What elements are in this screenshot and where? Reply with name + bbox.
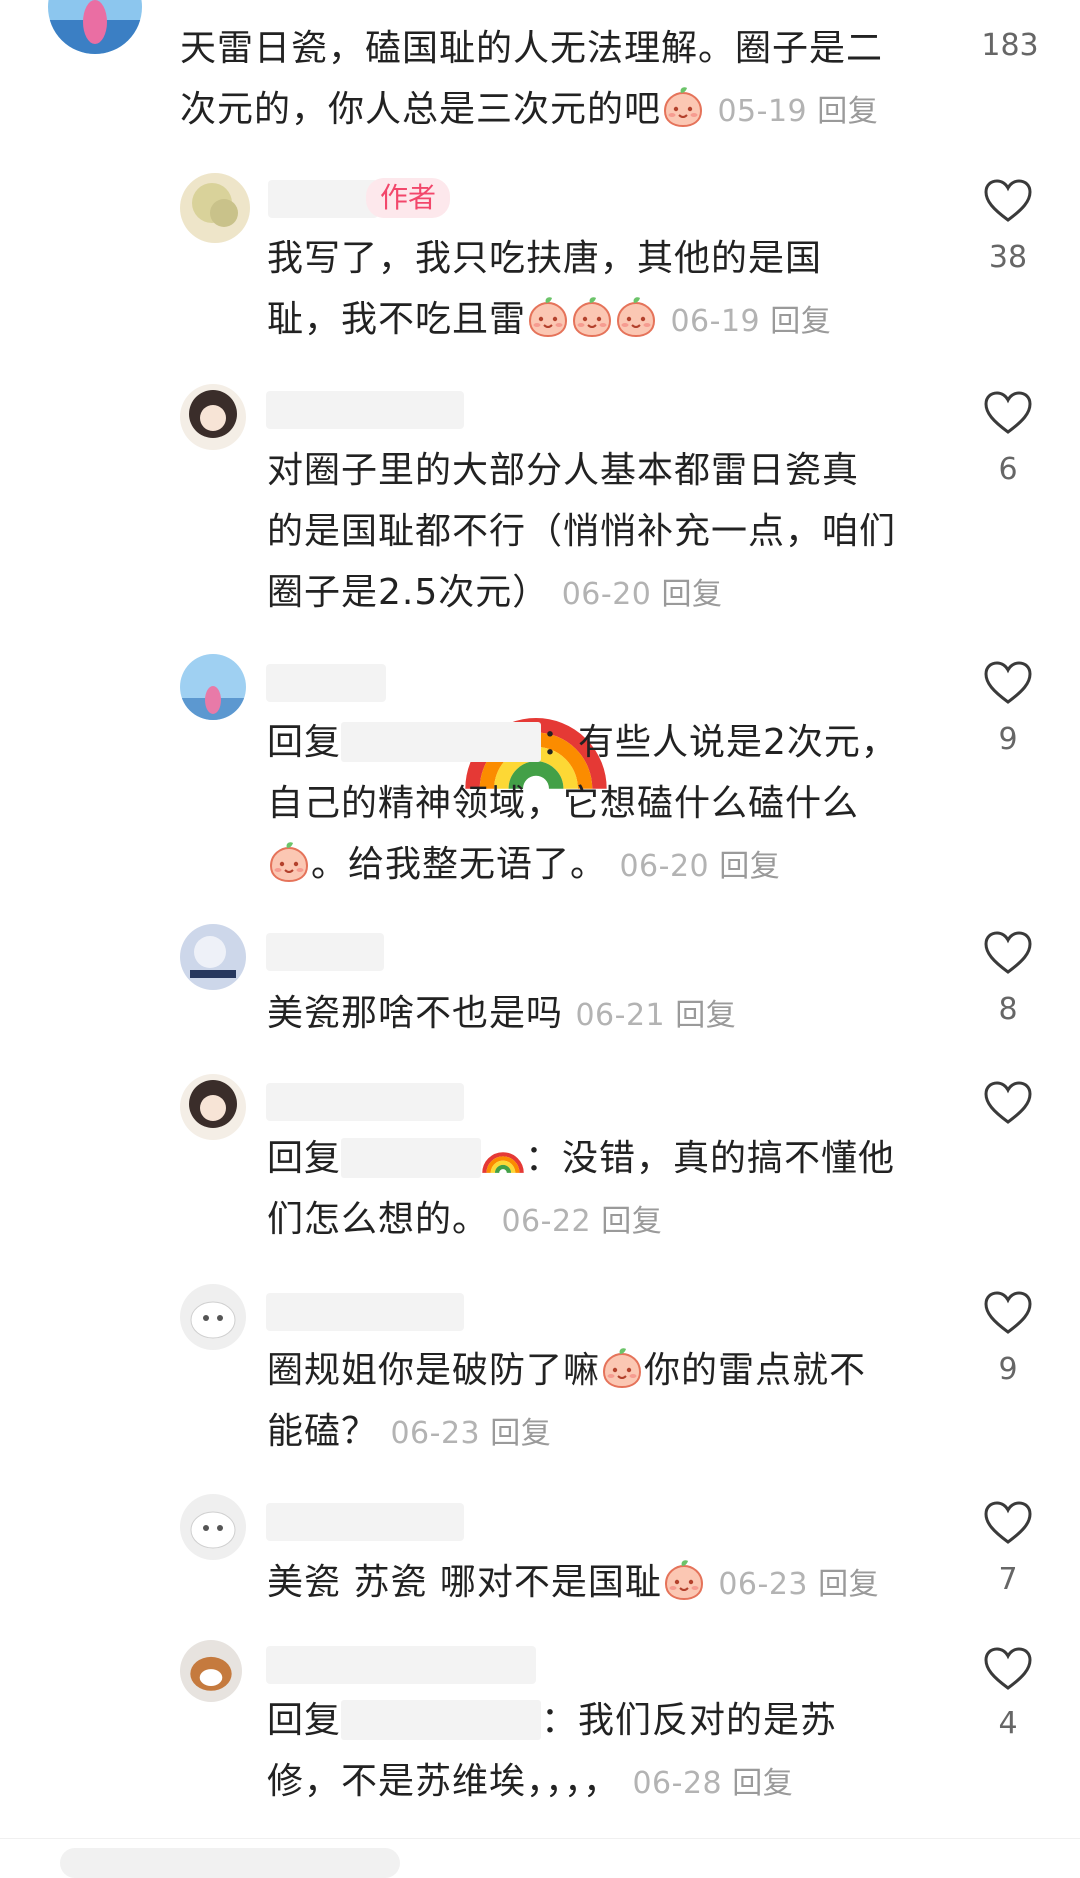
reply-link[interactable]: 回复 — [817, 94, 878, 129]
avatar[interactable] — [180, 173, 250, 243]
avatar[interactable] — [180, 384, 246, 450]
username-redacted[interactable] — [266, 1646, 536, 1684]
comment-line: 天雷日瓷，磕国耻的人无法理解。圈子是二 — [180, 28, 884, 69]
like-count: 9 — [998, 722, 1018, 757]
avatar[interactable] — [180, 1494, 246, 1560]
avatar[interactable] — [180, 924, 246, 990]
reply-link[interactable]: 回复 — [675, 998, 736, 1033]
username-redacted[interactable] — [266, 391, 464, 429]
heart-outline-icon[interactable] — [983, 1080, 1033, 1126]
reply-link[interactable]: 回复 — [770, 304, 831, 339]
like-count: 9 — [998, 1352, 1018, 1387]
reply-line: 。给我整无语了。 06-20 回复 — [267, 834, 967, 897]
reply-line: 对圈子里的大部分人基本都雷日瓷真 — [267, 450, 860, 491]
username-redacted[interactable] — [266, 1503, 464, 1541]
like-count: 7 — [998, 1562, 1018, 1597]
reply-line: 我写了，我只吃扶唐，其他的是国 — [267, 238, 823, 279]
mention-redacted[interactable] — [341, 722, 542, 762]
reply-line: 美瓷那啥不也是吗 06-21 回复 — [267, 993, 737, 1034]
heart-outline-icon[interactable] — [983, 178, 1033, 224]
peach-face-emoji — [570, 295, 614, 339]
username-redacted[interactable] — [266, 664, 386, 702]
reply-link[interactable]: 回复 — [661, 577, 722, 612]
reply-link[interactable]: 回复 — [732, 1766, 793, 1801]
reply-link[interactable]: 回复 — [719, 849, 780, 884]
reply-line: 美瓷 苏瓷 哪对不是国耻 06-23 回复 — [267, 1552, 967, 1615]
reply-line: 回复 ：我们反对的是苏 — [267, 1700, 838, 1741]
rainbow-emoji — [481, 1134, 525, 1178]
like-count: 6 — [998, 452, 1018, 487]
reply-text: 回复 ：没错，真的搞不懂他 们怎么想的。 06-22 回复 — [267, 1128, 967, 1252]
reply-text: 回复 ：我们反对的是苏 修，不是苏维埃，，，， 06-28 回复 — [267, 1690, 967, 1814]
peach-face-emoji — [526, 295, 570, 339]
username-redacted[interactable] — [268, 180, 378, 218]
heart-outline-icon[interactable] — [983, 1290, 1033, 1336]
reply-text: 对圈子里的大部分人基本都雷日瓷真 的是国耻都不行（悄悄补充一点，咱们 圈子是2.… — [267, 440, 947, 625]
peach-face-emoji — [267, 840, 311, 884]
like-count: 8 — [998, 992, 1018, 1027]
reply-line: 自己的精神领域，它想磕什么磕什么 — [267, 783, 860, 824]
reply-line: 圈子是2.5次元） 06-20 回复 — [267, 572, 723, 613]
username-redacted[interactable] — [266, 1083, 464, 1121]
divider — [0, 1838, 1080, 1839]
like-count: 4 — [998, 1706, 1018, 1741]
username-redacted[interactable] — [266, 933, 384, 971]
reply-line: 耻，我不吃且雷 06-19 回复 — [267, 289, 947, 352]
heart-outline-icon[interactable] — [983, 1500, 1033, 1546]
comment-text: 天雷日瓷，磕国耻的人无法理解。圈子是二 次元的，你人总是三次元的吧 05-19 … — [180, 18, 950, 142]
comment-input-bar[interactable] — [60, 1848, 400, 1878]
heart-outline-icon[interactable] — [983, 660, 1033, 706]
reply-line: 修，不是苏维埃，，，， 06-28 回复 — [267, 1761, 794, 1802]
reply-text: 回复 ：有些人说是2次元， 自己的精神领域，它想磕什么磕什么 。给我整无语了。 0… — [267, 712, 967, 897]
peach-face-emoji — [600, 1346, 644, 1390]
reply-link[interactable]: 回复 — [818, 1567, 879, 1602]
avatar[interactable] — [180, 654, 246, 720]
reply-line: 回复 ：有些人说是2次元， — [267, 722, 898, 763]
mention-redacted[interactable] — [341, 1138, 482, 1178]
mention-redacted[interactable] — [341, 1700, 542, 1740]
avatar[interactable] — [180, 1284, 246, 1350]
heart-outline-icon[interactable] — [983, 930, 1033, 976]
reply-text: 美瓷那啥不也是吗 06-21 回复 — [267, 983, 947, 1046]
reply-link[interactable]: 回复 — [601, 1204, 662, 1239]
reply-line: 能磕？ 06-23 回复 — [267, 1411, 552, 1452]
avatar[interactable] — [180, 1640, 242, 1702]
reply-text: 我写了，我只吃扶唐，其他的是国 耻，我不吃且雷 06-19 回复 — [267, 228, 947, 352]
peach-face-emoji — [662, 1558, 706, 1602]
author-badge: 作者 — [366, 178, 451, 218]
reply-line: 们怎么想的。 06-22 回复 — [267, 1199, 663, 1240]
comment-line: 次元的，你人总是三次元的吧 05-19 回复 — [180, 79, 950, 142]
heart-outline-icon[interactable] — [983, 1646, 1033, 1692]
reply-line: 圈规姐你是破防了嘛 你的雷点就不 — [267, 1340, 967, 1401]
reply-text: 美瓷 苏瓷 哪对不是国耻 06-23 回复 — [267, 1552, 967, 1615]
reply-link[interactable]: 回复 — [490, 1416, 551, 1451]
rainbow-emoji — [386, 656, 438, 708]
reply-line: 回复 ：没错，真的搞不懂他 — [267, 1128, 967, 1189]
peach-face-emoji — [661, 85, 705, 129]
avatar[interactable] — [48, 0, 142, 54]
avatar[interactable] — [180, 1074, 246, 1140]
peach-face-emoji — [614, 295, 658, 339]
like-count: 38 — [988, 240, 1028, 275]
heart-outline-icon[interactable] — [983, 390, 1033, 436]
like-count: 183 — [981, 28, 1039, 63]
reply-line: 的是国耻都不行（悄悄补充一点，咱们 — [267, 511, 897, 552]
reply-text: 圈规姐你是破防了嘛 你的雷点就不 能磕？ 06-23 回复 — [267, 1340, 967, 1464]
username-redacted[interactable] — [266, 1293, 464, 1331]
